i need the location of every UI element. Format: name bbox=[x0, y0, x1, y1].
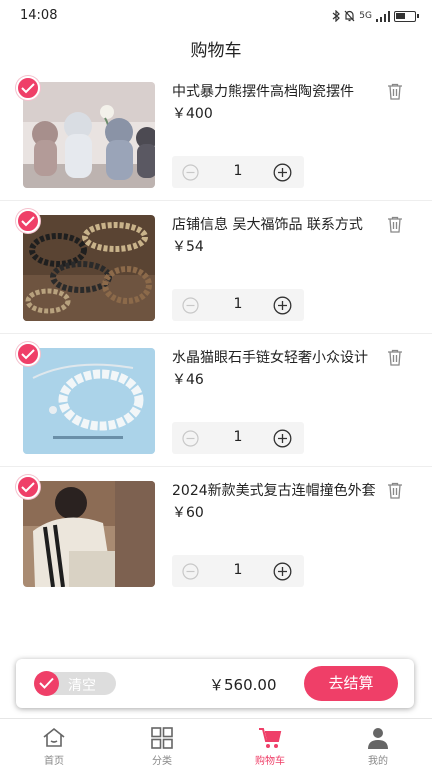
check-icon bbox=[39, 677, 54, 689]
cart-summary-bar: 清空 ￥560.00 去结算 bbox=[16, 659, 414, 708]
check-icon bbox=[21, 216, 35, 227]
delete-button[interactable] bbox=[387, 349, 403, 370]
grid-icon bbox=[151, 727, 173, 749]
checkout-button[interactable]: 去结算 bbox=[304, 666, 398, 701]
plus-icon[interactable] bbox=[273, 163, 292, 182]
quantity-stepper: 1 bbox=[172, 555, 304, 587]
trash-icon bbox=[388, 482, 402, 499]
cart-icon bbox=[259, 728, 282, 748]
quantity-value[interactable]: 1 bbox=[224, 296, 252, 312]
plus-icon[interactable] bbox=[273, 562, 292, 581]
tab-cart[interactable]: 购物车 bbox=[216, 719, 324, 768]
product-name[interactable]: 中式暴力熊摆件高档陶瓷摆件 bbox=[172, 81, 377, 101]
bottom-tab-bar: 首页 分类 购物车 我的 bbox=[0, 718, 432, 768]
quantity-stepper: 1 bbox=[172, 422, 304, 454]
mute-bell-icon bbox=[344, 10, 355, 22]
check-icon bbox=[21, 482, 35, 493]
battery-icon bbox=[394, 10, 419, 22]
minus-icon[interactable] bbox=[182, 430, 199, 447]
quantity-stepper: 1 bbox=[172, 156, 304, 188]
network-type: 5G bbox=[359, 11, 372, 21]
item-select-checkbox[interactable] bbox=[16, 342, 40, 366]
tab-label: 我的 bbox=[368, 756, 388, 767]
delete-button[interactable] bbox=[387, 482, 403, 503]
product-name[interactable]: 2024新款美式复古连帽撞色外套 bbox=[172, 480, 377, 500]
product-image-crystal-bracelet[interactable] bbox=[23, 348, 155, 454]
tab-label: 首页 bbox=[44, 756, 64, 767]
status-bar: 14:08 5G bbox=[0, 0, 432, 32]
tab-label: 分类 bbox=[152, 756, 172, 767]
product-name[interactable]: 店铺信息 吴大福饰品 联系方式 bbox=[172, 214, 377, 234]
cart-total: ￥560.00 bbox=[209, 676, 277, 694]
quantity-value[interactable]: 1 bbox=[224, 429, 252, 445]
tab-profile[interactable]: 我的 bbox=[324, 719, 432, 768]
trash-icon bbox=[388, 83, 402, 100]
minus-icon[interactable] bbox=[182, 164, 199, 181]
clear-cart-button[interactable]: 清空 bbox=[34, 671, 116, 696]
tab-label: 购物车 bbox=[255, 756, 285, 767]
cart-item: 2024新款美式复古连帽撞色外套 ￥60 1 bbox=[0, 467, 432, 600]
bluetooth-icon bbox=[332, 10, 341, 22]
tab-category[interactable]: 分类 bbox=[108, 719, 216, 768]
plus-icon[interactable] bbox=[273, 429, 292, 448]
product-price: ￥46 bbox=[172, 372, 204, 388]
item-select-checkbox[interactable] bbox=[16, 209, 40, 233]
status-icons: 5G bbox=[332, 9, 419, 23]
page-title: 购物车 bbox=[190, 41, 242, 61]
check-icon bbox=[21, 349, 35, 360]
product-image-hooded-jacket[interactable] bbox=[23, 481, 155, 587]
cart-item: 中式暴力熊摆件高档陶瓷摆件 ￥400 1 bbox=[0, 68, 432, 201]
product-image-bear-figurines[interactable] bbox=[23, 82, 155, 188]
plus-icon[interactable] bbox=[273, 296, 292, 315]
quantity-value[interactable]: 1 bbox=[224, 562, 252, 578]
cart-item: 店铺信息 吴大福饰品 联系方式 ￥54 1 bbox=[0, 201, 432, 334]
delete-button[interactable] bbox=[387, 216, 403, 237]
home-icon bbox=[43, 727, 65, 747]
minus-icon[interactable] bbox=[182, 563, 199, 580]
trash-icon bbox=[388, 216, 402, 233]
clear-label: 清空 bbox=[68, 678, 96, 694]
product-price: ￥54 bbox=[172, 239, 204, 255]
product-price: ￥400 bbox=[172, 106, 213, 122]
item-select-checkbox[interactable] bbox=[16, 76, 40, 100]
product-name[interactable]: 水晶猫眼石手链女轻奢小众设计 bbox=[172, 347, 377, 367]
quantity-value[interactable]: 1 bbox=[224, 163, 252, 179]
item-select-checkbox[interactable] bbox=[16, 475, 40, 499]
quantity-stepper: 1 bbox=[172, 289, 304, 321]
status-time: 14:08 bbox=[20, 8, 58, 23]
cart-item: 水晶猫眼石手链女轻奢小众设计 ￥46 1 bbox=[0, 334, 432, 467]
trash-icon bbox=[388, 349, 402, 366]
select-all-checkbox[interactable] bbox=[34, 671, 59, 696]
minus-icon[interactable] bbox=[182, 297, 199, 314]
tab-home[interactable]: 首页 bbox=[0, 719, 108, 768]
product-price: ￥60 bbox=[172, 505, 204, 521]
delete-button[interactable] bbox=[387, 83, 403, 104]
user-icon bbox=[368, 728, 388, 749]
product-image-bead-bracelets[interactable] bbox=[23, 215, 155, 321]
signal-icon bbox=[376, 10, 390, 22]
cart-list: 中式暴力熊摆件高档陶瓷摆件 ￥400 1 店铺信息 吴大福饰品 联系方式 ￥54… bbox=[0, 68, 432, 600]
check-icon bbox=[21, 83, 35, 94]
